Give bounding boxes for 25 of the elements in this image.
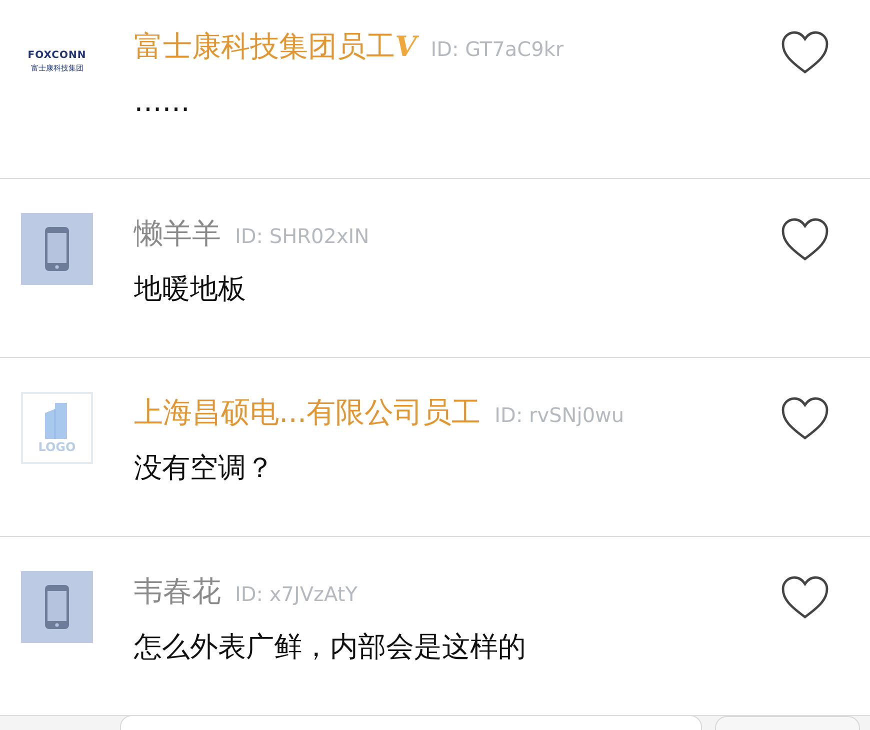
comment-text: 没有空调？ xyxy=(134,450,275,486)
user-name[interactable]: 懒羊羊 xyxy=(134,213,221,253)
user-name[interactable]: 韦春花 xyxy=(134,571,221,611)
comment-text: 怎么外表广鲜，内部会是这样的 xyxy=(134,629,527,665)
logo-text: FOXCONN xyxy=(28,50,86,60)
building-icon xyxy=(45,403,69,439)
avatar[interactable] xyxy=(21,213,93,285)
user-id: ID: SHR02xIN xyxy=(235,224,370,248)
phone-icon xyxy=(44,584,70,630)
user-id: ID: x7JVzAtY xyxy=(235,582,358,606)
user-name[interactable]: 上海昌硕电...有限公司员工 xyxy=(134,392,481,432)
like-button[interactable] xyxy=(780,575,830,621)
reply-field[interactable] xyxy=(120,716,702,730)
avatar[interactable] xyxy=(21,571,93,643)
comment-text: …… xyxy=(134,84,191,120)
verified-mark: V xyxy=(395,30,417,63)
user-id: ID: GT7aC9kr xyxy=(430,37,564,61)
like-button[interactable] xyxy=(780,396,830,442)
comment-text: 地暖地板 xyxy=(134,271,247,307)
like-button[interactable] xyxy=(780,217,830,263)
user-name[interactable]: 富士康科技集团员工 xyxy=(134,26,395,66)
user-id: ID: rvSNj0wu xyxy=(494,403,624,427)
phone-icon xyxy=(44,226,70,272)
like-button[interactable] xyxy=(780,30,830,76)
logo-text: LOGO xyxy=(38,441,76,453)
